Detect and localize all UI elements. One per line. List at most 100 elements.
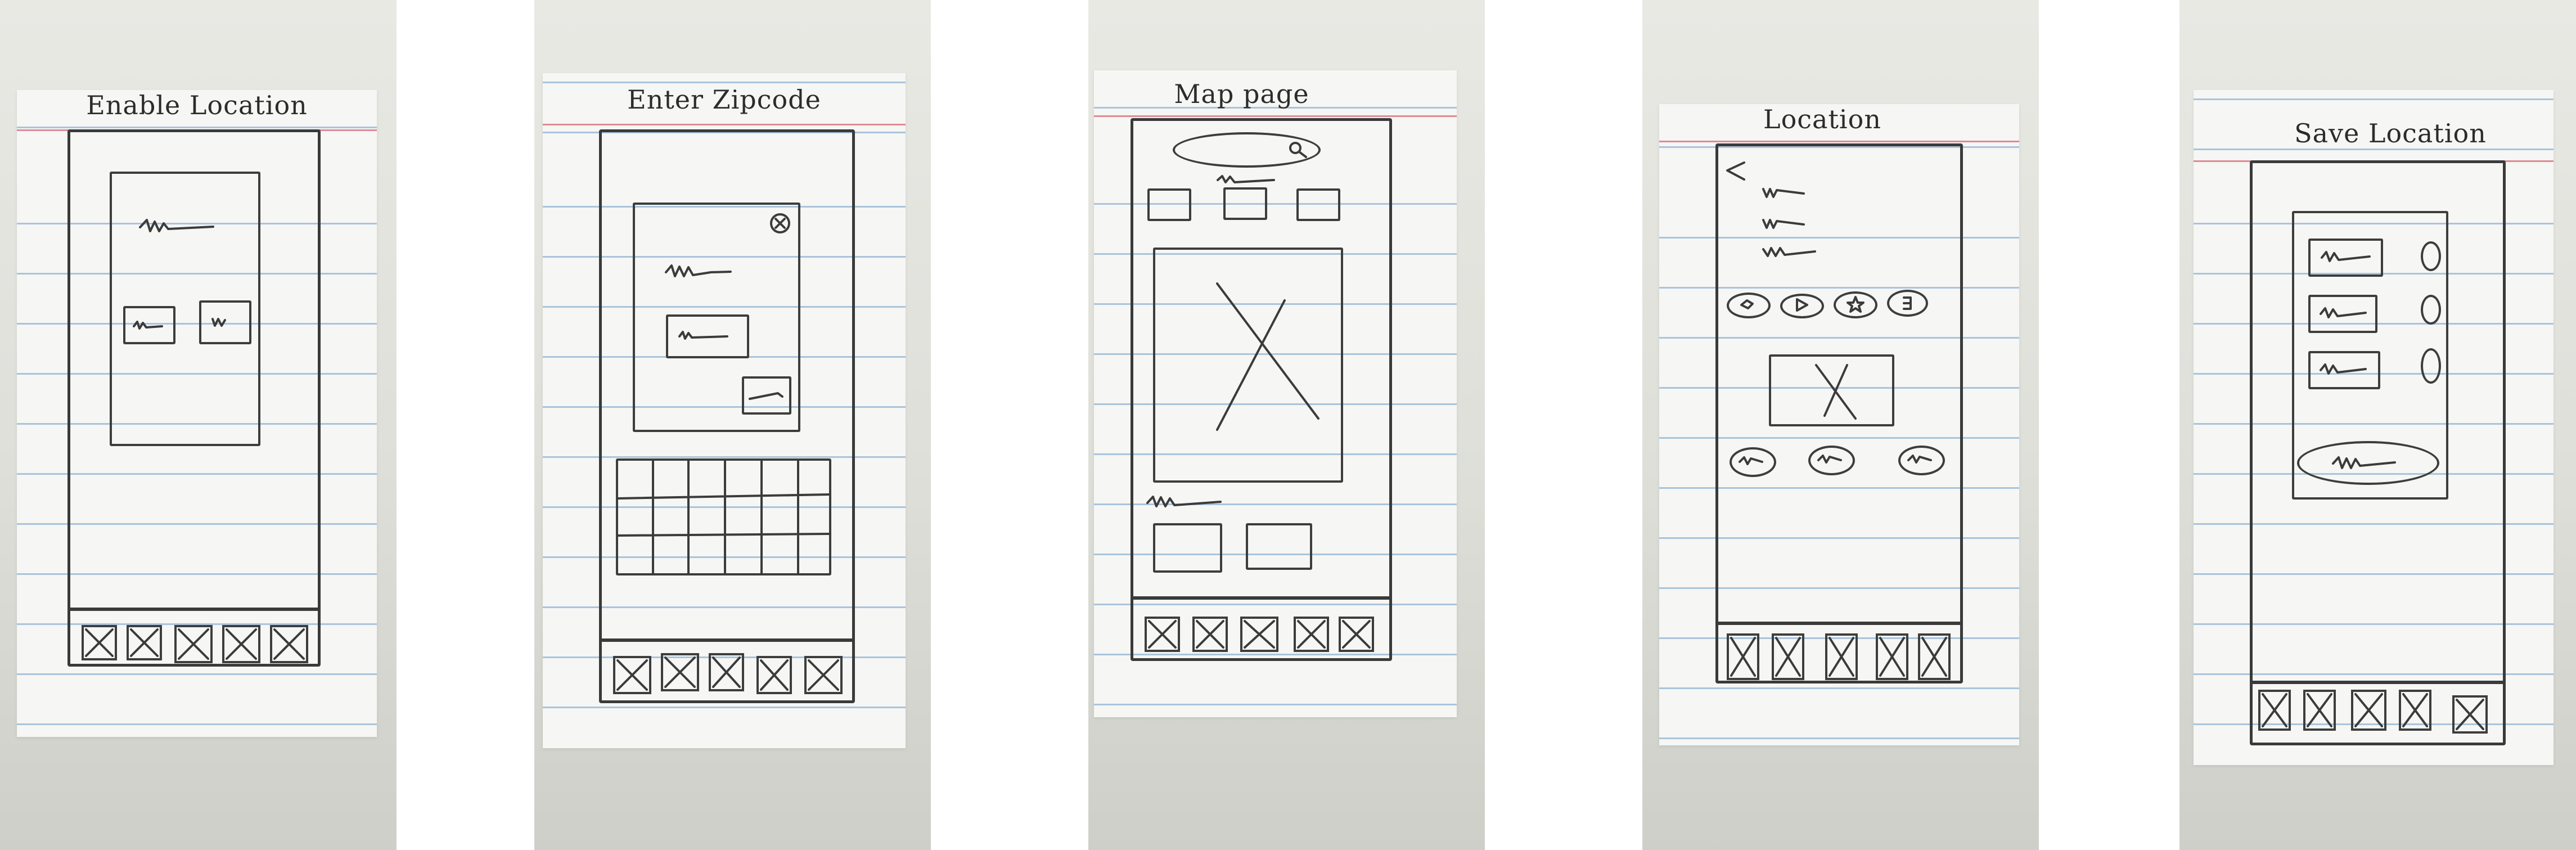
map-image-placeholder[interactable] xyxy=(1153,248,1343,483)
sketch-title: Map page xyxy=(1174,79,1309,109)
select-radio[interactable] xyxy=(2421,348,2441,384)
x-placeholder-icon xyxy=(130,628,159,657)
detail-text-squiggle xyxy=(1762,188,1805,198)
x-placeholder-icon xyxy=(1297,620,1326,649)
nav-item[interactable] xyxy=(127,625,162,660)
filter-button[interactable] xyxy=(1147,188,1191,221)
x-placeholder-icon xyxy=(2456,699,2484,730)
search-icon xyxy=(1289,142,1307,158)
nav-item[interactable] xyxy=(82,625,117,660)
x-placeholder-icon xyxy=(1921,637,1947,677)
nav-item[interactable] xyxy=(756,656,792,694)
saved-location-item[interactable] xyxy=(2308,295,2377,333)
nav-item[interactable] xyxy=(2303,690,2336,731)
allow-button[interactable] xyxy=(123,306,175,344)
action-icon-call[interactable] xyxy=(1727,293,1771,318)
index-card: Enter Zipcode xyxy=(543,73,906,748)
input-text-squiggle xyxy=(678,331,728,340)
photo-map-page: Map page xyxy=(1088,0,1485,850)
x-placeholder-icon xyxy=(1829,637,1854,677)
nav-item[interactable] xyxy=(1876,633,1908,680)
enable-location-dialog xyxy=(110,172,260,446)
search-bar[interactable] xyxy=(1173,132,1321,168)
nav-item[interactable] xyxy=(1918,633,1951,680)
nav-item[interactable] xyxy=(222,625,260,663)
button-label-squiggle xyxy=(1907,455,1932,464)
photo-location: Location xyxy=(1642,0,2039,850)
x-placeholder-icon xyxy=(85,628,114,657)
detail-text-squiggle xyxy=(1762,247,1816,257)
dialog-text-squiggle xyxy=(139,219,214,232)
result-card[interactable] xyxy=(1153,523,1222,573)
phone-frame xyxy=(2250,160,2506,745)
bottom-nav-bar xyxy=(602,638,852,701)
submit-button[interactable] xyxy=(742,376,791,415)
nav-item[interactable] xyxy=(270,625,308,663)
x-placeholder-icon xyxy=(664,656,696,688)
nav-item[interactable] xyxy=(1727,633,1759,680)
item-text-squiggle xyxy=(2321,251,2371,262)
nav-item[interactable] xyxy=(2452,695,2488,734)
location-text-squiggle xyxy=(1217,175,1275,183)
star-icon xyxy=(1847,296,1865,313)
phone-frame xyxy=(1715,143,1963,683)
nav-item[interactable] xyxy=(2399,690,2431,731)
option-button[interactable] xyxy=(1730,447,1776,477)
nav-item[interactable] xyxy=(1825,633,1858,680)
button-label-squiggle xyxy=(1817,455,1842,464)
action-icon-star[interactable] xyxy=(1834,291,1877,318)
select-radio[interactable] xyxy=(2421,295,2441,325)
nav-item[interactable] xyxy=(613,656,651,694)
x-placeholder-icon xyxy=(1216,282,1319,431)
saved-location-item[interactable] xyxy=(2308,239,2383,277)
index-card: Save Location xyxy=(2194,90,2554,765)
zipcode-input[interactable] xyxy=(666,314,749,358)
nav-item[interactable] xyxy=(1339,617,1374,652)
nav-item[interactable] xyxy=(2351,690,2386,731)
margin-line xyxy=(1094,115,1457,117)
select-radio[interactable] xyxy=(2421,241,2441,271)
x-placeholder-icon xyxy=(712,656,741,688)
close-circle-icon[interactable] xyxy=(770,213,790,233)
save-button[interactable] xyxy=(2297,441,2439,485)
nav-item[interactable] xyxy=(1192,617,1228,652)
back-arrow-icon[interactable] xyxy=(1724,160,1746,183)
info-icon xyxy=(1903,296,1912,310)
location-image-placeholder xyxy=(1769,354,1894,426)
result-card[interactable] xyxy=(1246,523,1312,570)
x-placeholder-icon xyxy=(226,628,257,660)
saved-locations-panel xyxy=(2292,211,2448,500)
keypad-grid[interactable] xyxy=(616,458,831,575)
deny-button[interactable] xyxy=(199,300,251,344)
button-label-squiggle xyxy=(211,318,226,327)
x-placeholder-icon xyxy=(2262,693,2287,727)
button-label-squiggle xyxy=(749,392,783,400)
phone-frame xyxy=(67,129,321,667)
nav-item[interactable] xyxy=(709,653,744,691)
option-button[interactable] xyxy=(1898,446,1945,475)
x-placeholder-icon xyxy=(1342,620,1371,649)
nav-item[interactable] xyxy=(804,656,843,694)
index-card: Map page xyxy=(1094,70,1457,717)
saved-location-item[interactable] xyxy=(2308,351,2380,389)
action-icon-info[interactable] xyxy=(1887,290,1928,317)
x-placeholder-icon xyxy=(2307,693,2332,727)
x-placeholder-icon xyxy=(1244,620,1275,649)
margin-line xyxy=(1659,141,2019,142)
action-icon-play[interactable] xyxy=(1780,294,1824,318)
nav-item[interactable] xyxy=(661,653,699,691)
x-placeholder-icon xyxy=(1196,620,1224,649)
nav-item[interactable] xyxy=(2258,690,2291,731)
nav-item[interactable] xyxy=(1294,617,1329,652)
nav-item[interactable] xyxy=(1145,617,1180,652)
filter-button[interactable] xyxy=(1223,187,1267,220)
option-button[interactable] xyxy=(1808,446,1855,475)
filter-button[interactable] xyxy=(1296,188,1340,221)
detail-text-squiggle xyxy=(1762,219,1805,229)
photo-enable-location: Enable Location xyxy=(0,0,397,850)
nav-item[interactable] xyxy=(174,625,213,663)
nav-item[interactable] xyxy=(1240,617,1278,652)
x-placeholder-icon xyxy=(273,628,305,660)
x-placeholder-icon xyxy=(616,659,648,691)
nav-item[interactable] xyxy=(1772,633,1804,680)
